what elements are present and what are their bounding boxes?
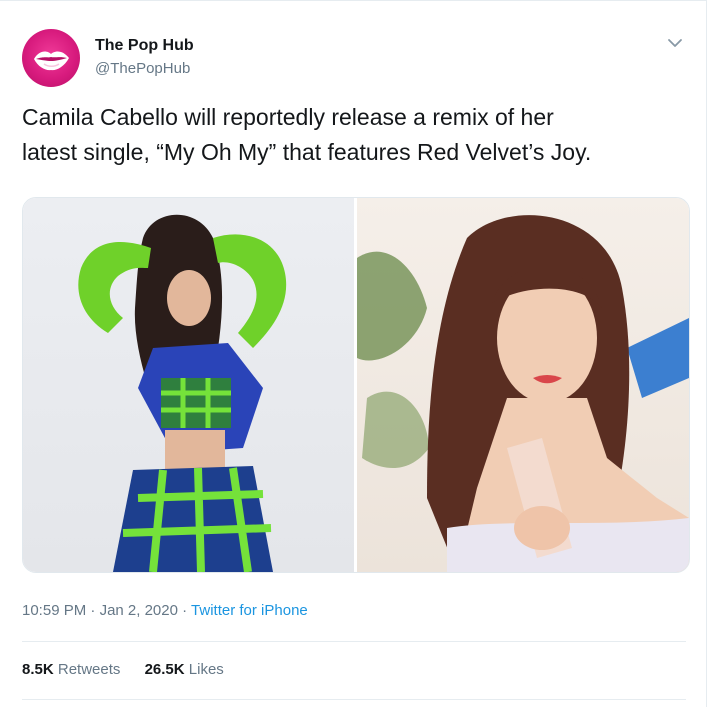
tweet-stats: 8.5K Retweets 26.5K Likes [22, 661, 244, 678]
meta-separator: · [86, 602, 100, 619]
tweet-card: The Pop Hub @ThePopHub Camila Cabello wi… [0, 0, 707, 707]
tweet-media[interactable] [22, 197, 690, 573]
tweet-source-link[interactable]: Twitter for iPhone [191, 602, 308, 619]
chevron-down-icon[interactable] [664, 35, 686, 51]
meta-separator: · [177, 602, 192, 619]
retweets-count: 8.5K [22, 661, 54, 678]
divider [22, 699, 686, 700]
tweet-meta: 10:59 PM · Jan 2, 2020 · Twitter for iPh… [22, 602, 308, 619]
photo-left[interactable] [23, 198, 354, 572]
user-handle[interactable]: @ThePopHub [95, 60, 190, 77]
likes-label: Likes [188, 661, 224, 678]
likes-count: 26.5K [144, 661, 185, 678]
tweet-date[interactable]: Jan 2, 2020 [100, 602, 178, 619]
retweets-label: Retweets [57, 661, 121, 678]
photo-camila-image [78, 214, 287, 572]
photo-joy-image [357, 215, 689, 572]
user-name[interactable]: The Pop Hub [95, 37, 194, 55]
retweets-stat[interactable]: 8.5K Retweets [22, 661, 120, 678]
avatar[interactable] [22, 29, 80, 87]
divider [22, 641, 686, 642]
tweet-time[interactable]: 10:59 PM [22, 602, 86, 619]
tweet-text: Camila Cabello will reportedly release a… [22, 104, 592, 165]
likes-stat[interactable]: 26.5K Likes [145, 661, 224, 678]
lips-logo-icon [34, 51, 69, 71]
photo-right[interactable] [357, 198, 689, 572]
